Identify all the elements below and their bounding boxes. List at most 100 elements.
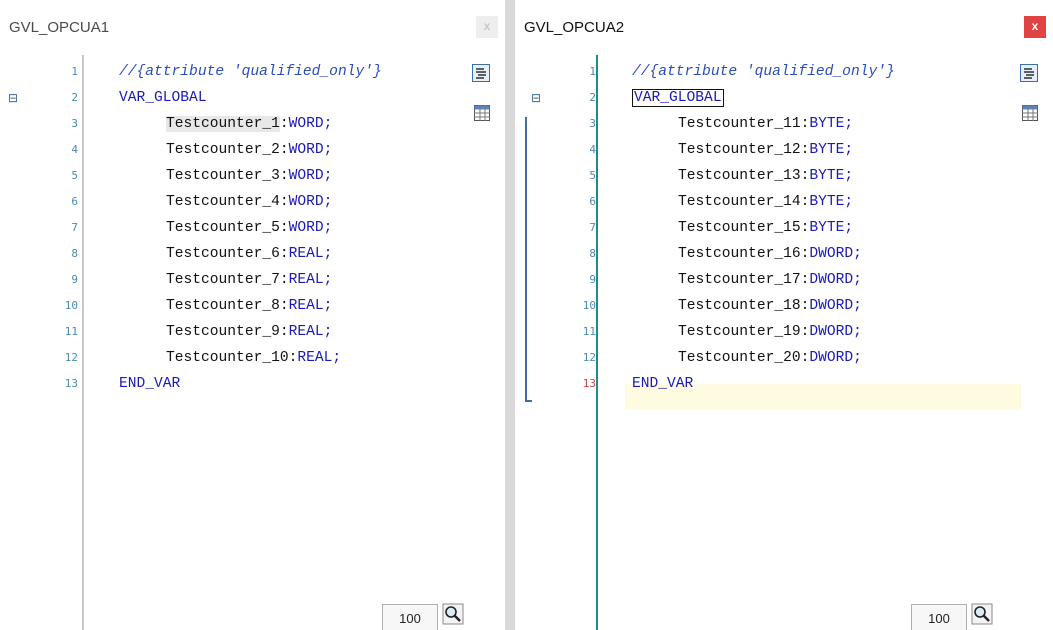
pane-splitter[interactable] bbox=[505, 0, 515, 630]
variable-type: BYTE; bbox=[809, 168, 854, 184]
code-line[interactable]: //{attribute 'qualified_only'} bbox=[632, 59, 895, 85]
type-separator: : bbox=[279, 194, 289, 210]
code-line[interactable]: Testcounter_14:BYTE; bbox=[678, 189, 853, 215]
code-line[interactable]: Testcounter_15:BYTE; bbox=[678, 215, 853, 241]
textual-view-icon[interactable] bbox=[1020, 64, 1038, 82]
zoom-level-field[interactable]: 100 bbox=[911, 604, 967, 630]
variable-name: Testcounter_3 bbox=[166, 168, 280, 184]
code-line[interactable]: Testcounter_17:DWORD; bbox=[678, 267, 862, 293]
code-line[interactable]: Testcounter_8:REAL; bbox=[166, 293, 332, 319]
variable-type: DWORD; bbox=[809, 324, 862, 340]
code-line[interactable]: Testcounter_18:DWORD; bbox=[678, 293, 862, 319]
line-number: 6 bbox=[589, 195, 596, 208]
variable-type: WORD; bbox=[288, 168, 333, 184]
line-number: 8 bbox=[71, 247, 78, 260]
line-number: 3 bbox=[71, 117, 78, 130]
tab-title[interactable]: GVL_OPCUA2 bbox=[524, 19, 624, 36]
close-tab-button[interactable]: x bbox=[1024, 16, 1046, 38]
var-global-keyword: VAR_GLOBAL bbox=[119, 90, 207, 106]
code-line[interactable]: Testcounter_6:REAL; bbox=[166, 241, 332, 267]
code-line[interactable]: Testcounter_5:WORD; bbox=[166, 215, 332, 241]
type-separator: : bbox=[279, 142, 289, 158]
tabular-view-icon[interactable] bbox=[474, 105, 490, 121]
attribute-comment: //{attribute 'qualified_only'} bbox=[632, 64, 895, 80]
line-number: 10 bbox=[582, 299, 596, 312]
variable-name: Testcounter_2 bbox=[166, 142, 280, 158]
tabular-view-icon[interactable] bbox=[1022, 105, 1038, 121]
variable-name: Testcounter_9 bbox=[166, 324, 280, 340]
code-line[interactable]: Testcounter_10:REAL; bbox=[166, 345, 341, 371]
variable-name: Testcounter_15 bbox=[678, 220, 801, 236]
code-line[interactable]: VAR_GLOBAL bbox=[632, 85, 724, 111]
variable-type: WORD; bbox=[288, 116, 333, 132]
line-number: 13 bbox=[64, 377, 78, 390]
variable-name: Testcounter_17 bbox=[678, 272, 801, 288]
gutter-separator bbox=[596, 55, 598, 630]
variable-name: Testcounter_12 bbox=[678, 142, 801, 158]
code-line[interactable]: END_VAR bbox=[632, 371, 693, 397]
type-separator: : bbox=[279, 220, 289, 236]
code-line[interactable]: Testcounter_7:REAL; bbox=[166, 267, 332, 293]
line-number: 12 bbox=[582, 351, 596, 364]
variable-type: BYTE; bbox=[809, 220, 854, 236]
type-separator: : bbox=[279, 246, 289, 262]
collapse-icon[interactable]: ⊟ bbox=[8, 92, 18, 104]
tab-title[interactable]: GVL_OPCUA1 bbox=[9, 19, 109, 36]
code-line[interactable]: Testcounter_3:WORD; bbox=[166, 163, 332, 189]
gutter-separator bbox=[82, 55, 84, 630]
collapse-icon[interactable]: ⊟ bbox=[531, 92, 541, 104]
editor-pane-gvl-opcua1: GVL_OPCUA1 x ⊟ 1 2 3 4 5 6 7 8 9 10 11 12 13 //{attr… bbox=[0, 0, 505, 630]
tab-header: GVL_OPCUA1 x bbox=[0, 0, 505, 55]
line-number: 10 bbox=[64, 299, 78, 312]
variable-name: Testcounter_4 bbox=[166, 194, 280, 210]
line-number: 9 bbox=[71, 273, 78, 286]
variable-type: DWORD; bbox=[809, 298, 862, 314]
variable-name: Testcounter_11 bbox=[678, 116, 801, 132]
line-number: 3 bbox=[589, 117, 596, 130]
line-number: 2 bbox=[589, 91, 596, 104]
variable-type: WORD; bbox=[288, 220, 333, 236]
fold-bracket bbox=[525, 117, 532, 402]
end-var-keyword: END_VAR bbox=[119, 376, 181, 392]
variable-type: BYTE; bbox=[809, 142, 854, 158]
code-line[interactable]: Testcounter_9:REAL; bbox=[166, 319, 332, 345]
variable-type: BYTE; bbox=[809, 194, 854, 210]
code-line[interactable]: Testcounter_1:WORD; bbox=[166, 111, 332, 137]
code-line[interactable]: END_VAR bbox=[119, 371, 180, 397]
code-line[interactable]: Testcounter_2:WORD; bbox=[166, 137, 332, 163]
code-line[interactable]: Testcounter_11:BYTE; bbox=[678, 111, 853, 137]
line-number: 11 bbox=[64, 325, 78, 338]
variable-type: DWORD; bbox=[809, 246, 862, 262]
variable-type: DWORD; bbox=[809, 350, 862, 366]
variable-type: REAL; bbox=[297, 350, 342, 366]
code-line[interactable]: VAR_GLOBAL bbox=[119, 85, 207, 111]
code-line[interactable]: Testcounter_20:DWORD; bbox=[678, 345, 862, 371]
end-var-keyword: END_VAR bbox=[632, 376, 694, 392]
editor-pane-gvl-opcua2: GVL_OPCUA2 x ⊟ 1 2 3 4 5 6 7 8 9 10 11 12 13 //{attr… bbox=[515, 0, 1053, 630]
zoom-magnifier-icon[interactable] bbox=[971, 603, 993, 625]
variable-name: Testcounter_19 bbox=[678, 324, 801, 340]
zoom-level-field[interactable]: 100 bbox=[382, 604, 438, 630]
variable-type: REAL; bbox=[288, 324, 333, 340]
variable-type: REAL; bbox=[288, 272, 333, 288]
line-number: 11 bbox=[582, 325, 596, 338]
code-line[interactable]: Testcounter_12:BYTE; bbox=[678, 137, 853, 163]
variable-name: Testcounter_18 bbox=[678, 298, 801, 314]
variable-type: REAL; bbox=[288, 298, 333, 314]
close-tab-button[interactable]: x bbox=[476, 16, 498, 38]
textual-view-icon[interactable] bbox=[472, 64, 490, 82]
type-separator: : bbox=[279, 272, 289, 288]
zoom-magnifier-icon[interactable] bbox=[442, 603, 464, 625]
code-line[interactable]: //{attribute 'qualified_only'} bbox=[119, 59, 382, 85]
code-line[interactable]: Testcounter_16:DWORD; bbox=[678, 241, 862, 267]
variable-name: Testcounter_8 bbox=[166, 298, 280, 314]
line-number: 12 bbox=[64, 351, 78, 364]
variable-name: Testcounter_14 bbox=[678, 194, 801, 210]
code-line[interactable]: Testcounter_19:DWORD; bbox=[678, 319, 862, 345]
line-number: 13 bbox=[582, 377, 596, 390]
type-separator: : bbox=[279, 298, 289, 314]
code-line[interactable]: Testcounter_4:WORD; bbox=[166, 189, 332, 215]
line-number: 4 bbox=[589, 143, 596, 156]
line-number: 1 bbox=[71, 65, 78, 78]
code-line[interactable]: Testcounter_13:BYTE; bbox=[678, 163, 853, 189]
